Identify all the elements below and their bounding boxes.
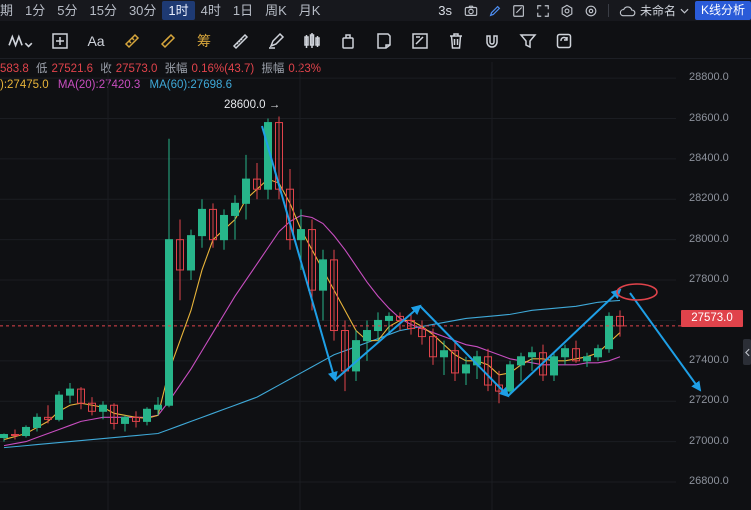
candle-body <box>462 364 470 374</box>
price-axis-label: 27400.0 <box>689 353 729 366</box>
price-axis-label: 28800.0 <box>689 71 729 84</box>
candle-body <box>220 214 228 241</box>
high-annotation: 28600.0 → <box>224 99 281 111</box>
ma60-line <box>3 299 621 449</box>
candle-body <box>550 356 558 376</box>
candle-body <box>165 239 173 406</box>
trend-arrow <box>261 125 338 382</box>
candle-body <box>528 352 536 358</box>
candle-body <box>583 356 591 362</box>
candle-body <box>561 348 569 358</box>
candle-body <box>352 340 360 372</box>
candle-body <box>319 259 327 291</box>
candle-body <box>154 404 162 410</box>
candle-body <box>55 394 63 420</box>
candle-body <box>66 388 74 396</box>
price-axis-label: 28000.0 <box>689 232 729 245</box>
price-axis-label: 28200.0 <box>689 192 729 205</box>
candle-body <box>242 178 250 204</box>
candle-body <box>506 364 514 392</box>
price-axis-label: 27000.0 <box>689 434 729 447</box>
candles <box>0 116 624 442</box>
candle-body <box>517 356 525 366</box>
price-axis-label: 27200.0 <box>689 394 729 407</box>
candle-body <box>99 404 107 412</box>
candle-body <box>231 202 239 216</box>
candle-body <box>385 315 393 321</box>
candle-body <box>187 235 195 271</box>
candle-body <box>121 416 129 424</box>
trend-arrow <box>629 292 702 392</box>
last-price-tag: 27573.0 <box>681 310 743 327</box>
candle-body <box>605 315 613 350</box>
candle-body <box>33 416 41 428</box>
candle-body <box>143 408 151 422</box>
axis-scroll-handle[interactable] <box>743 339 751 365</box>
candle-body <box>198 208 206 237</box>
candlestick-chart[interactable] <box>0 0 751 510</box>
price-axis-label: 28400.0 <box>689 151 729 164</box>
highlight-circle <box>616 283 658 301</box>
ma60-path <box>3 299 621 449</box>
price-axis-label: 28600.0 <box>689 111 729 124</box>
candle-body <box>594 348 602 358</box>
chevron-left-icon <box>744 348 750 356</box>
candle-body <box>0 434 8 439</box>
price-axis-label: 27800.0 <box>689 273 729 286</box>
price-axis-label: 26800.0 <box>689 474 729 487</box>
trend-arrow <box>507 288 622 397</box>
candle-body <box>297 229 305 241</box>
candle-body <box>22 426 30 437</box>
candle-body <box>363 330 371 342</box>
candle-body <box>440 350 448 358</box>
